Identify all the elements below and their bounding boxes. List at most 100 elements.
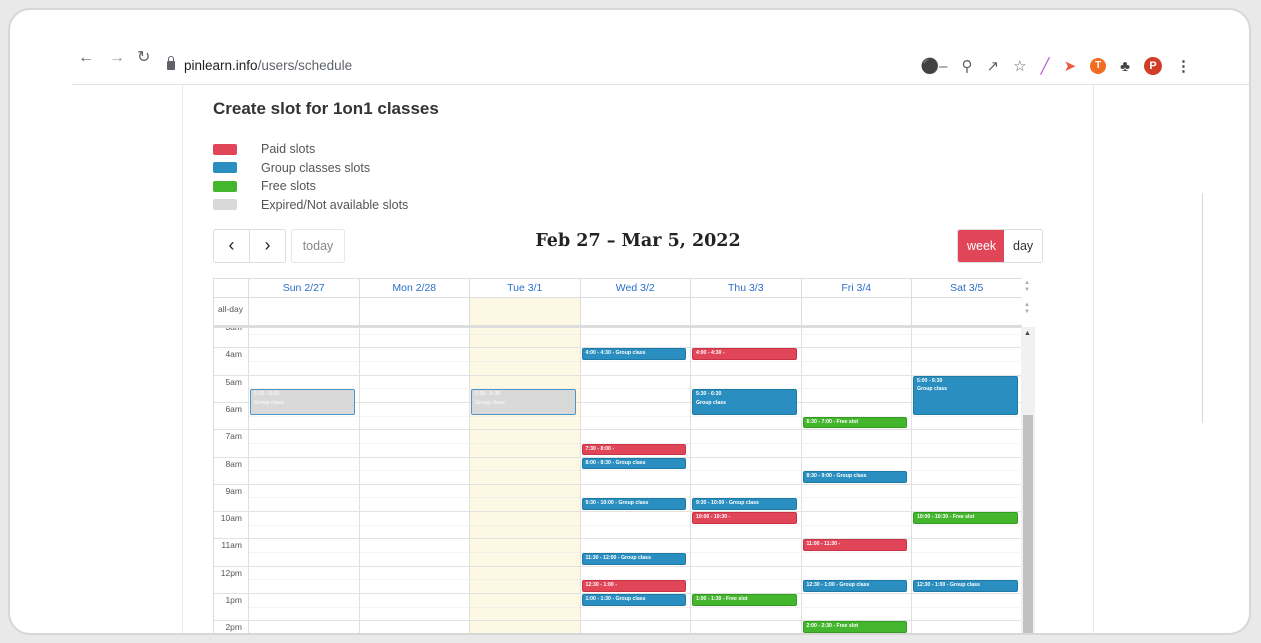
content-panel: Create slot for 1on1 classes Paid slots … xyxy=(182,85,1094,633)
legend: Paid slots Group classes slots Free slot… xyxy=(213,140,408,214)
hour-line xyxy=(214,483,1022,485)
half-hour-line xyxy=(248,360,1022,362)
legend-item-expired: Expired/Not available slots xyxy=(213,196,408,215)
slot-expired[interactable]: 5:30 - 6:30 Group class xyxy=(250,389,355,415)
day-header[interactable]: Wed 3/2 xyxy=(579,279,691,297)
day-column-divider xyxy=(248,328,249,633)
slot-paid[interactable]: 7:30 - 8:00 - xyxy=(581,443,686,456)
all-day-cell[interactable] xyxy=(690,298,801,325)
hour-label: 6am xyxy=(225,403,242,414)
slot-time: 12:30 - 1:00 - Group class xyxy=(806,582,870,589)
slot-free[interactable]: 1:00 - 1:30 - Free slot xyxy=(692,594,797,606)
scrollbar-thumb[interactable] xyxy=(1023,415,1033,633)
slot-group[interactable]: 12:30 - 1:00 - Group class xyxy=(913,580,1018,592)
slot-group[interactable]: 8:00 - 8:30 - Group class xyxy=(581,457,686,470)
week-calendar: Sun 2/27 Mon 2/28 Tue 3/1 Wed 3/2 Thu 3/3 Fri… xyxy=(213,278,1022,633)
slot-time: 10:00 - 10:30 - xyxy=(696,514,731,521)
hour-label: 10am xyxy=(220,513,242,524)
slot-time: 12:30 - 1:00 - xyxy=(585,582,617,589)
url-host: pinlearn.info xyxy=(184,58,258,73)
slot-time: 7:30 - 8:00 - xyxy=(585,445,615,452)
day-view-button[interactable]: day xyxy=(1004,230,1043,262)
slot-group[interactable]: 11:30 - 12:00 - Group class xyxy=(581,553,686,565)
day-header[interactable]: Sun 2/27 xyxy=(248,279,359,297)
slot-time: 8:30 - 9:00 - Group class xyxy=(806,473,867,480)
slot-expired[interactable]: 5:30 - 6:30 Group class xyxy=(471,389,576,415)
hour-label: 9am xyxy=(225,485,242,496)
page-heading: Create slot for 1on1 classes xyxy=(213,99,439,118)
all-day-row: all-day xyxy=(214,298,1022,328)
slot-group[interactable]: 5:00 - 6:30 Group class xyxy=(913,375,1018,415)
legend-item-free: Free slots xyxy=(213,177,408,196)
hour-label: 8am xyxy=(225,458,242,469)
calendar-scrollbar[interactable]: ▲ xyxy=(1021,327,1035,633)
slot-label: Group class xyxy=(917,386,947,393)
share-icon[interactable]: ↗ xyxy=(987,57,1000,75)
slot-group[interactable]: 9:30 - 10:00 - Group class xyxy=(581,498,686,511)
hour-label: 12pm xyxy=(220,567,242,578)
all-day-cell[interactable] xyxy=(579,298,691,325)
day-header[interactable]: Mon 2/28 xyxy=(358,279,470,297)
back-arrow-icon[interactable]: ← xyxy=(78,48,94,68)
slot-group[interactable]: 1:00 - 1:30 - Group class xyxy=(581,594,686,606)
key-icon[interactable]: ⚫– xyxy=(920,57,947,75)
legend-label: Paid slots xyxy=(261,142,316,157)
browser-frame: ← → ↻ pinlearn.info/users/schedule ⚫– ⚲ … xyxy=(8,8,1251,635)
slot-time: 5:00 - 6:30 xyxy=(917,377,943,384)
slot-free[interactable]: 6:30 - 7:00 - Free slot xyxy=(802,416,907,429)
extension-arrow-icon[interactable]: ➤ xyxy=(1064,57,1077,75)
slot-time: 4:00 - 4:30 - xyxy=(696,350,725,357)
puzzle-icon[interactable]: ♣ xyxy=(1120,58,1130,75)
slot-time: 2:00 - 2:30 - Free slot xyxy=(806,623,859,630)
zoom-icon[interactable]: ⚲ xyxy=(962,57,973,75)
slot-free[interactable]: 2:00 - 2:30 - Free slot xyxy=(802,621,907,633)
all-day-cell[interactable] xyxy=(911,298,1022,325)
day-column-divider xyxy=(911,328,912,633)
view-switcher: week day xyxy=(957,229,1044,263)
hour-label: 5am xyxy=(225,376,242,387)
day-header[interactable]: Fri 3/4 xyxy=(800,279,912,297)
slot-paid[interactable]: 10:00 - 10:30 - xyxy=(692,512,797,524)
avatar[interactable]: P xyxy=(1144,57,1162,75)
hour-label: 4am xyxy=(225,349,242,360)
all-day-cell[interactable] xyxy=(248,298,359,325)
pen-extension-icon[interactable]: ╱ xyxy=(1041,57,1050,75)
day-column-divider xyxy=(469,328,470,633)
address-bar[interactable]: pinlearn.info/users/schedule xyxy=(167,54,352,78)
legend-swatch xyxy=(213,143,237,155)
day-header[interactable]: Thu 3/3 xyxy=(690,279,801,297)
hour-label: 2pm xyxy=(225,622,242,633)
slot-paid[interactable]: 4:00 - 4:30 - xyxy=(692,348,797,360)
legend-label: Group classes slots xyxy=(261,160,371,175)
hour-label: 1pm xyxy=(225,595,242,605)
header-scroll-arrows[interactable]: ▲ ▼ xyxy=(1024,280,1030,294)
all-day-cell[interactable] xyxy=(358,298,470,325)
allday-scroll-arrows[interactable]: ▲ ▼ xyxy=(1024,302,1030,316)
scroll-up-arrow-icon[interactable]: ▲ xyxy=(1024,330,1031,337)
star-icon[interactable]: ☆ xyxy=(1013,57,1026,75)
slot-time: 9:30 - 10:00 - Group class xyxy=(585,500,649,507)
all-day-cell[interactable] xyxy=(469,298,580,325)
hour-line xyxy=(214,511,1022,513)
calendar-header: Sun 2/27 Mon 2/28 Tue 3/1 Wed 3/2 Thu 3/3 Fri… xyxy=(214,279,1022,298)
day-header[interactable]: Tue 3/1 xyxy=(469,279,580,297)
reload-icon[interactable]: ↻ xyxy=(137,48,150,68)
week-view-button[interactable]: week xyxy=(958,230,1004,262)
all-day-cell[interactable] xyxy=(800,298,912,325)
slot-time: 6:30 - 7:00 - Free slot xyxy=(806,418,859,425)
extension-orange-icon[interactable]: T xyxy=(1090,58,1107,74)
slot-paid[interactable]: 11:00 - 11:30 - xyxy=(802,539,907,552)
slot-group[interactable]: 8:30 - 9:00 - Group class xyxy=(802,471,907,483)
hour-line xyxy=(214,374,1022,376)
forward-arrow-icon[interactable]: → xyxy=(109,48,125,68)
slot-time: 4:00 - 4:30 - Group class xyxy=(585,350,646,357)
slot-free[interactable]: 10:00 - 10:30 - Free slot xyxy=(913,512,1018,524)
slot-group[interactable]: 12:30 - 1:00 - Group class xyxy=(802,580,907,592)
day-header[interactable]: Sat 3/5 xyxy=(911,279,1022,297)
slot-paid[interactable]: 12:30 - 1:00 - xyxy=(581,580,686,592)
slot-group[interactable]: 9:30 - 10:00 - Group class xyxy=(692,498,797,511)
menu-icon[interactable]: ⋮ xyxy=(1176,57,1191,75)
slot-group[interactable]: 5:30 - 6:30 Group class xyxy=(692,389,797,415)
slot-group[interactable]: 4:00 - 4:30 - Group class xyxy=(581,348,686,360)
slot-time: 11:30 - 12:00 - Group class xyxy=(585,555,651,562)
